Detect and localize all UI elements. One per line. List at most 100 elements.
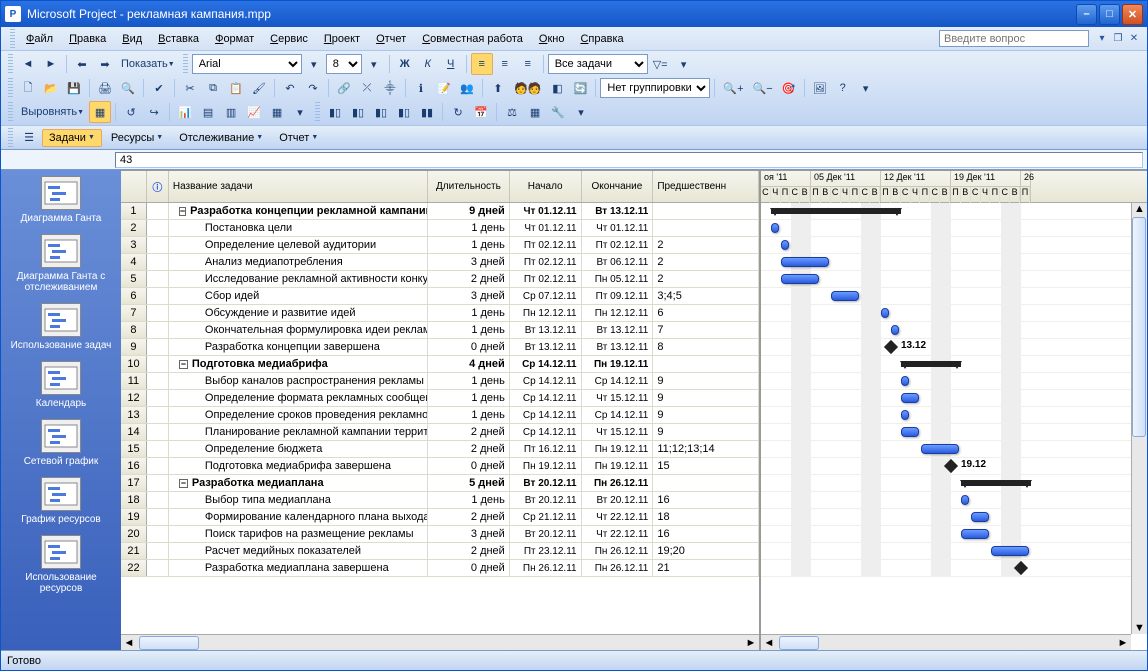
nav-fwd-icon[interactable]: ►: [40, 53, 62, 75]
row-number[interactable]: 3: [121, 237, 147, 253]
task-bar[interactable]: [901, 393, 919, 403]
resource-usage-icon[interactable]: ▥: [220, 101, 242, 123]
cell-end[interactable]: Вт 06.12.11: [582, 254, 654, 270]
task-bar[interactable]: [891, 325, 899, 335]
cell-task-name[interactable]: Определение бюджета: [169, 441, 428, 457]
maximize-button[interactable]: □: [1099, 4, 1120, 25]
cell-end[interactable]: Пн 26.12.11: [582, 475, 654, 491]
menu-Формат[interactable]: Формат: [207, 30, 262, 48]
row-number[interactable]: 8: [121, 322, 147, 338]
table-row[interactable]: 1−Разработка концепции рекламной кампани…: [121, 203, 759, 220]
cell-info[interactable]: [147, 322, 169, 338]
cell-task-name[interactable]: Определение целевой аудитории: [169, 237, 428, 253]
cell-predecessors[interactable]: 21: [653, 560, 759, 576]
cell-start[interactable]: Вт 13.12.11: [510, 339, 582, 355]
task-filter-select[interactable]: Все задачи: [548, 54, 648, 74]
menu-Проект[interactable]: Проект: [316, 30, 368, 48]
cell-start[interactable]: Чт 01.12.11: [510, 220, 582, 236]
cell-task-name[interactable]: Анализ медиапотребления: [169, 254, 428, 270]
nav-back-icon[interactable]: ◄: [17, 53, 39, 75]
cell-start[interactable]: Ср 14.12.11: [510, 407, 582, 423]
cell-task-name[interactable]: Выбор типа медиаплана: [169, 492, 428, 508]
close-doc-icon[interactable]: ✕: [1127, 32, 1141, 46]
cell-end[interactable]: Чт 15.12.11: [582, 390, 654, 406]
cell-start[interactable]: Пн 26.12.11: [510, 560, 582, 576]
table-row[interactable]: 15Определение бюджета2 днейПт 16.12.11Пн…: [121, 441, 759, 458]
cell-duration[interactable]: 3 дней: [428, 526, 510, 542]
row-number[interactable]: 13: [121, 407, 147, 423]
grid-header-info[interactable]: ⓘ: [147, 171, 169, 202]
task-bar[interactable]: [781, 257, 829, 267]
row-number[interactable]: 7: [121, 305, 147, 321]
track-25-icon[interactable]: ▮▯: [347, 101, 369, 123]
cell-info[interactable]: [147, 271, 169, 287]
cell-task-name[interactable]: Поиск тарифов на размещение рекламы: [169, 526, 428, 542]
cell-predecessors[interactable]: [653, 356, 759, 372]
view-tab-resources[interactable]: Ресурсы▼: [104, 129, 170, 147]
print-preview-icon[interactable]: 🔍: [117, 77, 139, 99]
grid-header-name[interactable]: Название задачи: [169, 171, 428, 202]
cell-predecessors[interactable]: 15: [653, 458, 759, 474]
outdent-icon[interactable]: ⬅: [71, 53, 93, 75]
cell-start[interactable]: Пт 02.12.11: [510, 271, 582, 287]
paste-icon[interactable]: 📋: [225, 77, 247, 99]
cell-task-name[interactable]: Формирование календарного плана выхода р: [169, 509, 428, 525]
row-number[interactable]: 1: [121, 203, 147, 219]
table-row[interactable]: 4Анализ медиапотребления3 днейПт 02.12.1…: [121, 254, 759, 271]
cell-task-name[interactable]: Разработка концепции завершена: [169, 339, 428, 355]
cell-start[interactable]: Пн 12.12.11: [510, 305, 582, 321]
cell-duration[interactable]: 1 день: [428, 237, 510, 253]
cell-info[interactable]: [147, 526, 169, 542]
redo-icon[interactable]: ↷: [302, 77, 324, 99]
underline-button[interactable]: Ч: [440, 53, 462, 75]
task-bar[interactable]: [991, 546, 1029, 556]
toolbar-overflow-3a[interactable]: ▾: [289, 101, 311, 123]
row-number[interactable]: 10: [121, 356, 147, 372]
cell-task-name[interactable]: Подготовка медиабрифа завершена: [169, 458, 428, 474]
sidebar-item-5[interactable]: График ресурсов: [1, 477, 121, 525]
table-row[interactable]: 14Планирование рекламной кампании террит…: [121, 424, 759, 441]
menu-Файл[interactable]: Файл: [18, 30, 61, 48]
cell-end[interactable]: Пн 26.12.11: [582, 560, 654, 576]
task-info-icon[interactable]: ℹ: [410, 77, 432, 99]
open-icon[interactable]: 📂: [40, 77, 62, 99]
cell-start[interactable]: Пт 23.12.11: [510, 543, 582, 559]
table-row[interactable]: 18Выбор типа медиаплана1 деньВт 20.12.11…: [121, 492, 759, 509]
outline-toggle-icon[interactable]: −: [179, 207, 186, 216]
cell-task-name[interactable]: Выбор каналов распространения рекламы: [169, 373, 428, 389]
cell-end[interactable]: Пн 19.12.11: [582, 458, 654, 474]
cell-task-name[interactable]: Окончательная формулировка идеи рекламно: [169, 322, 428, 338]
cell-predecessors[interactable]: 2: [653, 254, 759, 270]
cell-start[interactable]: Ср 14.12.11: [510, 356, 582, 372]
align-center-button[interactable]: ≡: [494, 53, 516, 75]
cell-task-name[interactable]: −Подготовка медиабрифа: [169, 356, 428, 372]
cell-duration[interactable]: 1 день: [428, 390, 510, 406]
level-now-icon[interactable]: ▦: [89, 101, 111, 123]
show-button[interactable]: Показать ▼: [117, 53, 179, 75]
sidebar-item-3[interactable]: Календарь: [1, 361, 121, 409]
table-row[interactable]: 12Определение формата рекламных сообщени…: [121, 390, 759, 407]
help-search-input[interactable]: [939, 30, 1089, 47]
cell-start[interactable]: Пт 02.12.11: [510, 237, 582, 253]
assign-resources-icon[interactable]: 👥: [456, 77, 478, 99]
italic-button[interactable]: К: [417, 53, 439, 75]
table-row[interactable]: 5Исследование рекламной активности конку…: [121, 271, 759, 288]
cell-predecessors[interactable]: 9: [653, 424, 759, 440]
update-tasks-icon[interactable]: ↻: [447, 101, 469, 123]
view-tab-report[interactable]: Отчет▼: [272, 129, 325, 147]
cell-duration[interactable]: 2 дней: [428, 271, 510, 287]
cell-end[interactable]: Ср 14.12.11: [582, 373, 654, 389]
track-50-icon[interactable]: ▮▯: [370, 101, 392, 123]
zoom-out-icon[interactable]: 🔍−: [749, 77, 777, 99]
sidebar-item-6[interactable]: Использование ресурсов: [1, 535, 121, 594]
cell-duration[interactable]: 1 день: [428, 220, 510, 236]
align-right-button[interactable]: ≡: [517, 53, 539, 75]
font-size-select[interactable]: 8: [326, 54, 362, 74]
cell-duration[interactable]: 1 день: [428, 305, 510, 321]
grid-header-end[interactable]: Окончание: [582, 171, 654, 202]
toolbar-overflow-1[interactable]: ▾: [673, 53, 695, 75]
refresh-icon[interactable]: 🔄: [569, 77, 591, 99]
resource-sheet-icon[interactable]: ▦: [266, 101, 288, 123]
row-number[interactable]: 4: [121, 254, 147, 270]
task-bar[interactable]: [901, 376, 909, 386]
